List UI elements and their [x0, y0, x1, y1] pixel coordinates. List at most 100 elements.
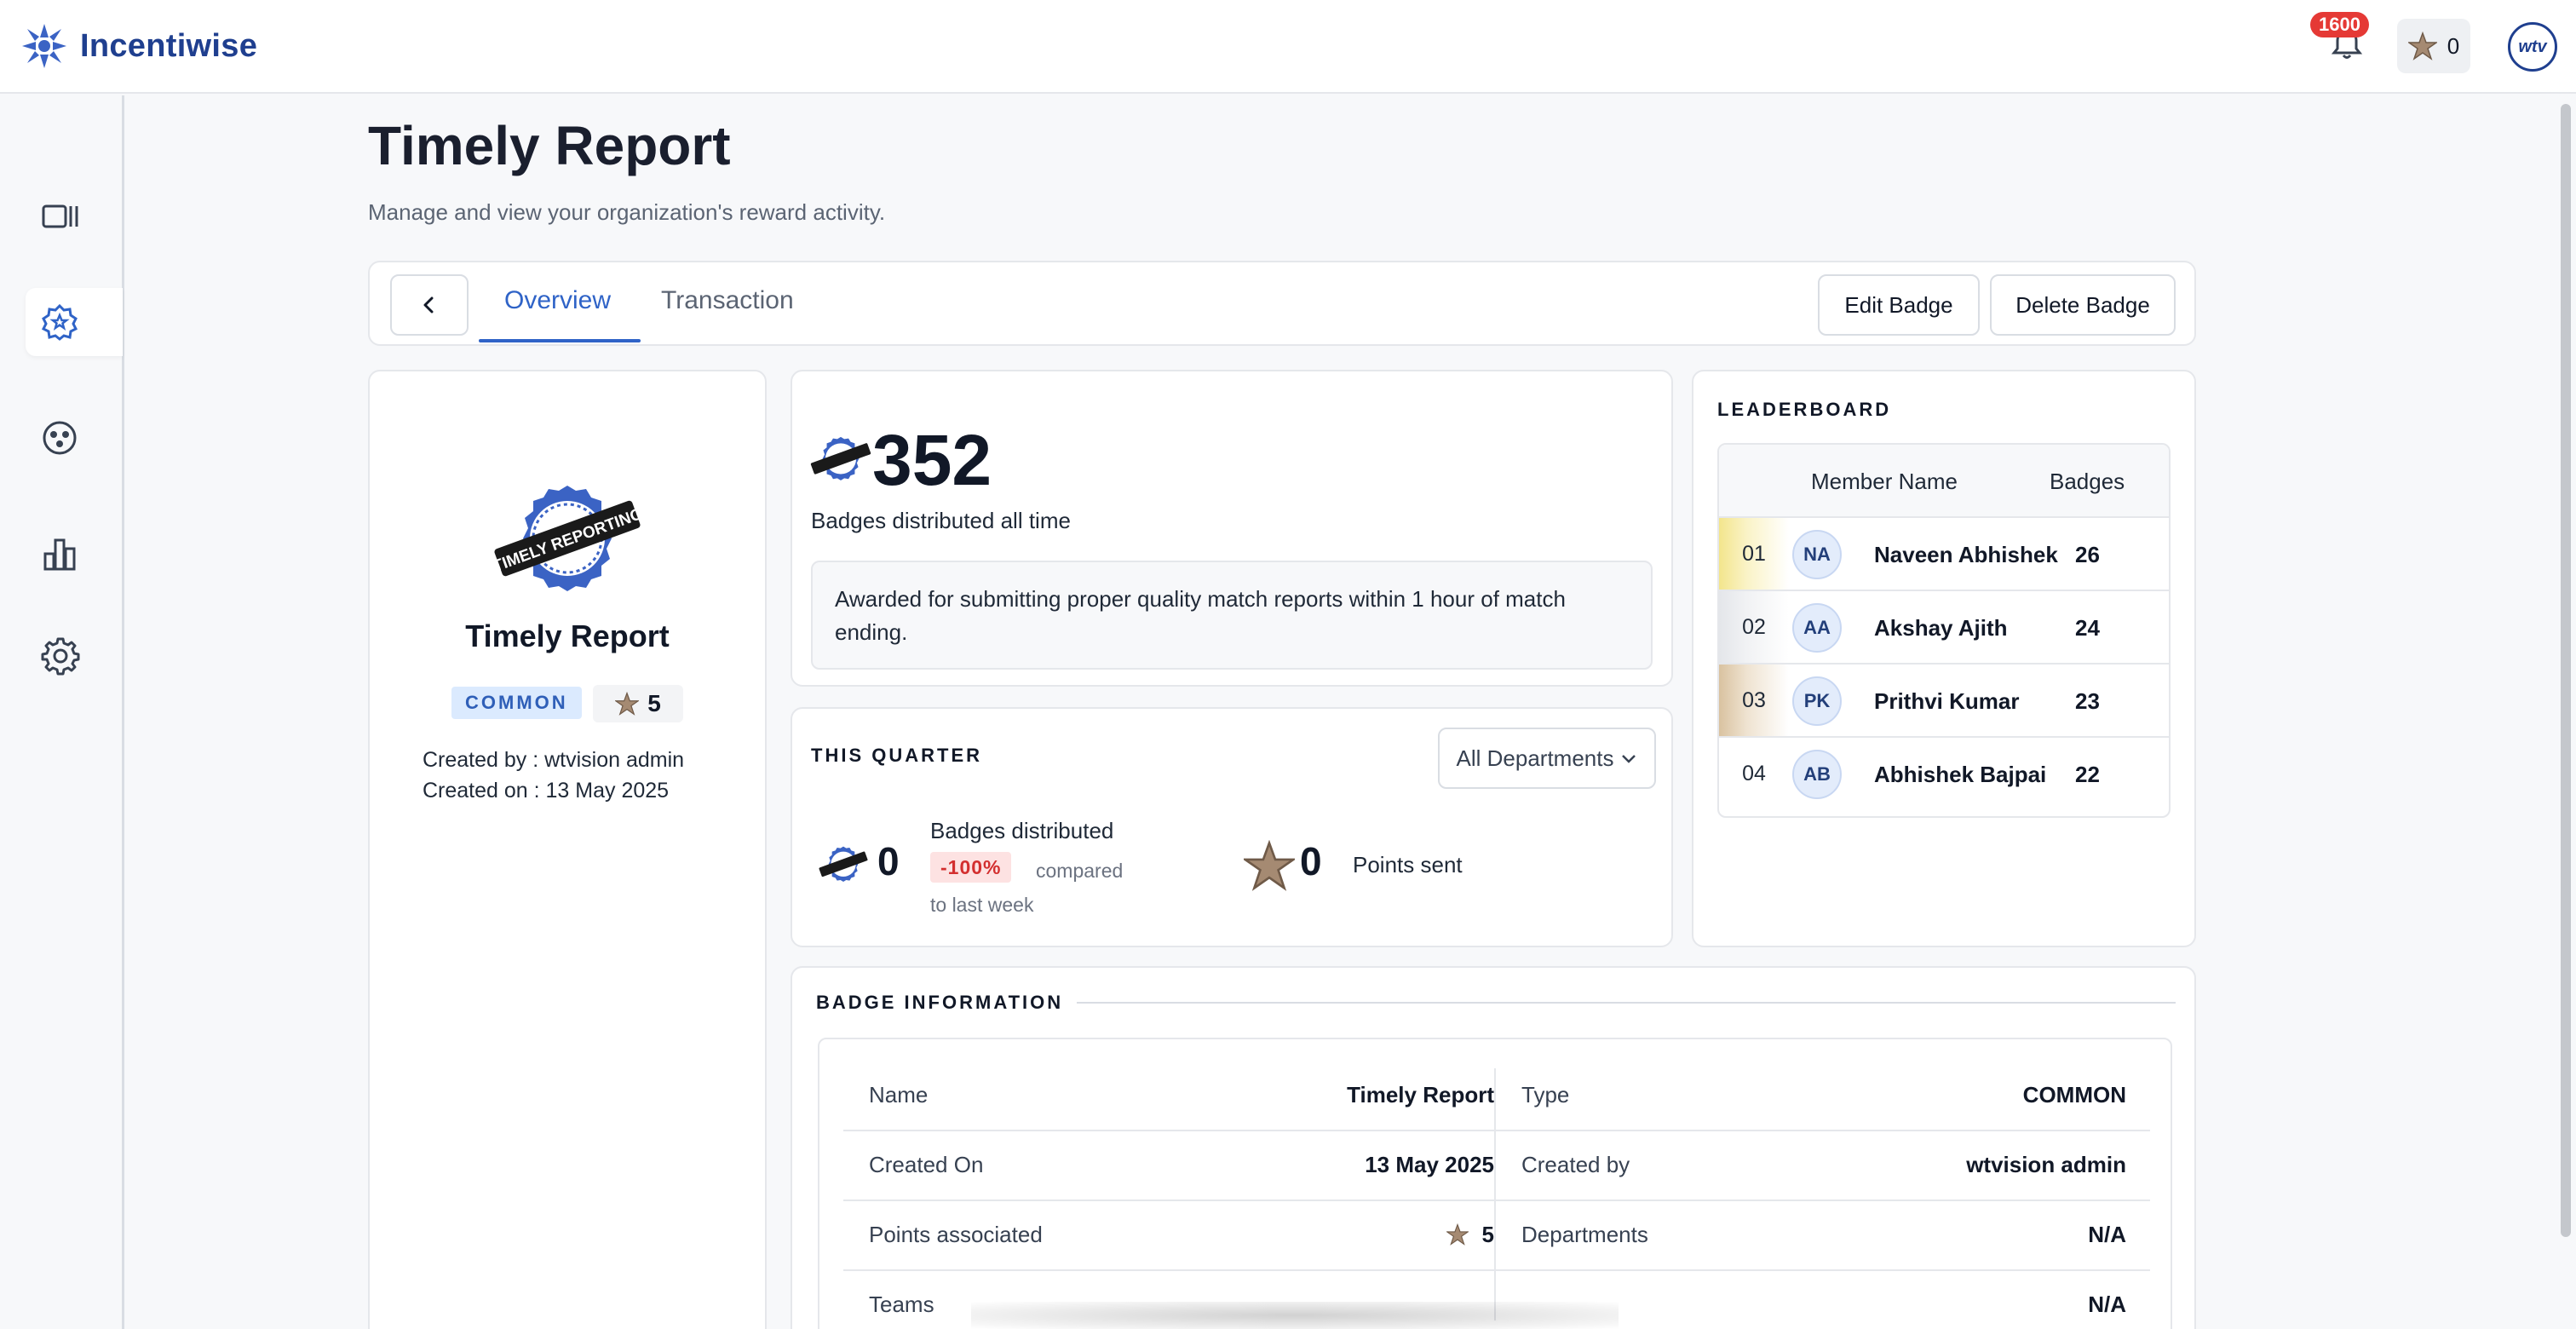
member-badge-count: 23: [2075, 688, 2100, 714]
timely-reporting-badge-icon: [810, 436, 871, 480]
leaderboard-card: LEADERBOARD Member Name Badges 01 NA Nav…: [1692, 370, 2196, 947]
notification-count-badge: 1600: [2310, 12, 2369, 37]
sidebar-item-dashboard[interactable]: [26, 182, 123, 250]
quarter-badges-label: Badges distributed: [930, 818, 1114, 843]
info-value: Timely Report: [1347, 1082, 1494, 1108]
sidebar: [0, 95, 124, 1329]
scroll-shadow: [971, 1302, 1619, 1329]
quarter-points-label: Points sent: [1353, 852, 1463, 877]
info-value: 13 May 2025: [1365, 1152, 1494, 1177]
timely-reporting-badge-icon: [819, 846, 868, 882]
chevron-down-icon: [1622, 755, 1636, 763]
rank-cell: 02: [1719, 591, 1789, 663]
tab-transaction[interactable]: Transaction: [661, 286, 794, 315]
department-filter-select[interactable]: All Departments: [1438, 728, 1656, 789]
page-title: Timely Report: [368, 115, 731, 176]
top-bar: Incentiwise 1600 0 wtv: [0, 0, 2576, 94]
info-key: Created by: [1521, 1152, 1630, 1177]
info-value: 5: [1481, 1222, 1494, 1247]
page-subtitle: Manage and view your organization's rewa…: [368, 199, 886, 225]
leaderboard-header-row: Member Name Badges: [1719, 445, 2169, 518]
created-on-text: Created on : 13 May 2025: [423, 779, 670, 803]
user-points-chip[interactable]: 0: [2397, 19, 2470, 73]
member-badge-count: 24: [2075, 615, 2100, 641]
member-name-column-header: Member Name: [1811, 469, 1958, 494]
info-value: N/A: [2088, 1222, 2126, 1247]
created-by-text: Created by : wtvision admin: [423, 748, 685, 772]
info-key: Points associated: [869, 1222, 1043, 1247]
rank-cell: 04: [1742, 761, 1766, 785]
info-value: N/A: [2088, 1292, 2126, 1317]
leaderboard-table: Member Name Badges 01 NA Naveen Abhishek…: [1717, 443, 2171, 818]
member-name: Naveen Abhishek: [1874, 542, 2058, 567]
star-icon: [1446, 1223, 1469, 1246]
timely-reporting-badge-icon: TIMELY REPORTING: [491, 486, 644, 591]
tab-overview[interactable]: Overview: [504, 286, 611, 315]
member-name: Prithvi Kumar: [1874, 688, 2020, 714]
quarter-badges-count: 0: [877, 839, 900, 883]
page-scrollbar[interactable]: [2561, 104, 2571, 1237]
badges-column-header: Badges: [2050, 469, 2125, 494]
user-avatar[interactable]: wtv: [2508, 22, 2557, 72]
sidebar-item-settings[interactable]: [26, 622, 123, 690]
star-icon: [615, 692, 640, 716]
info-row: Points associated 5 Departments N/A: [843, 1201, 2150, 1271]
leaderboard-row[interactable]: 01 NA Naveen Abhishek 26: [1719, 518, 2169, 591]
edit-badge-button[interactable]: Edit Badge: [1818, 274, 1980, 336]
member-badge-count: 26: [2075, 542, 2100, 567]
info-key: Teams: [869, 1292, 934, 1317]
badge-points-value: 5: [647, 690, 661, 716]
rarity-badge: COMMON: [451, 687, 582, 719]
avatar: NA: [1792, 530, 1842, 579]
back-button[interactable]: [390, 274, 469, 336]
rank-cell: 03: [1719, 664, 1789, 736]
badge-gear-icon: [41, 303, 78, 341]
info-key: Name: [869, 1082, 929, 1108]
info-row: Created On 13 May 2025 Created by wtvisi…: [843, 1131, 2150, 1201]
leaderboard-row[interactable]: 04 AB Abhishek Bajpai 22: [1719, 738, 2169, 811]
info-value: COMMON: [2022, 1082, 2126, 1108]
badge-information-card: BADGE INFORMATION Name Timely Report Typ…: [791, 966, 2196, 1329]
member-badge-count: 22: [2075, 762, 2100, 787]
badge-stats-card: 352 Badges distributed all time Awarded …: [791, 370, 1673, 687]
active-tab-indicator: [479, 339, 641, 342]
department-filter-value: All Departments: [1456, 745, 1614, 771]
leaderboard-row[interactable]: 03 PK Prithvi Kumar 23: [1719, 664, 2169, 738]
sidebar-item-badges[interactable]: [26, 288, 123, 356]
leaderboard-row[interactable]: 02 AA Akshay Ajith 24: [1719, 591, 2169, 664]
badge-information-heading: BADGE INFORMATION: [816, 992, 1064, 1013]
member-name: Akshay Ajith: [1874, 615, 2008, 641]
leaderboard-heading: LEADERBOARD: [1717, 399, 1892, 420]
member-name: Abhishek Bajpai: [1874, 762, 2047, 787]
this-quarter-card: THIS QUARTER All Departments 0 Badges di…: [791, 707, 1673, 947]
info-value: wtvision admin: [1966, 1152, 2126, 1177]
group-icon: [43, 421, 77, 455]
star-icon: [1244, 840, 1295, 891]
sidebar-item-teams[interactable]: [26, 404, 123, 472]
user-points-value: 0: [2447, 32, 2460, 59]
badge-points-chip: 5: [593, 685, 683, 722]
bar-chart-icon: [43, 538, 76, 571]
badge-description: Awarded for submitting proper quality ma…: [811, 561, 1653, 670]
total-badges-label: Badges distributed all time: [811, 508, 1071, 533]
sidebar-item-reports[interactable]: [26, 520, 123, 588]
info-key: Created On: [869, 1152, 984, 1177]
brand[interactable]: Incentiwise: [20, 22, 257, 70]
avatar: PK: [1792, 676, 1842, 726]
tabs-bar: Overview Transaction Edit Badge Delete B…: [368, 261, 2196, 346]
delete-badge-button[interactable]: Delete Badge: [1990, 274, 2176, 336]
badge-information-table: Name Timely Report Type COMMON Created O…: [818, 1038, 2172, 1329]
star-icon: [2407, 32, 2437, 60]
info-row: Name Timely Report Type COMMON: [843, 1061, 2150, 1131]
panel-icon: [42, 204, 78, 228]
badge-name: Timely Report: [465, 618, 670, 653]
chevron-left-icon: [423, 296, 434, 314]
info-key: Type: [1521, 1082, 1570, 1108]
quarter-points-count: 0: [1300, 839, 1322, 883]
change-compare-text: compared to last week: [930, 860, 1124, 916]
avatar: AA: [1792, 603, 1842, 653]
gear-icon: [41, 637, 80, 676]
rank-cell: 01: [1719, 518, 1789, 590]
incentiwise-logo-icon: [22, 24, 66, 68]
section-divider: [1077, 1002, 2176, 1004]
